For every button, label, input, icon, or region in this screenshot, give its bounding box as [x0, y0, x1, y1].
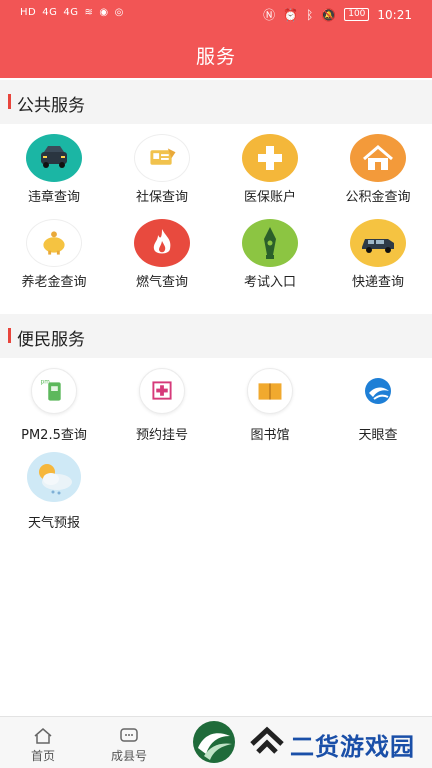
service-medical-account[interactable]: 医保账户: [216, 124, 324, 209]
section-header-public: 公共服务: [0, 80, 432, 124]
van-icon: [350, 219, 406, 267]
service-label: 社保查询: [135, 190, 188, 205]
nav-chengxian[interactable]: 成县号: [86, 717, 172, 768]
service-pension[interactable]: 养老金查询: [0, 209, 108, 294]
nav-label: 成县号: [110, 749, 147, 763]
service-violation-query[interactable]: 违章查询: [0, 124, 108, 209]
nfc-icon: Ⓝ: [263, 8, 276, 22]
service-appointment[interactable]: 预约挂号: [108, 360, 216, 448]
section-accent-bar: [8, 94, 11, 109]
car-icon: [26, 134, 82, 182]
service-label: 医保账户: [243, 190, 296, 205]
service-label: 违章查询: [27, 190, 80, 205]
service-label: 图书馆: [250, 428, 290, 443]
alarm-icon: ⏰: [283, 7, 299, 22]
convenience-services-grid: pm PM2.5查询 预约挂号 图书馆 天眼查 天气预报: [0, 360, 432, 536]
medical-cross-icon: [242, 134, 298, 182]
service-housing-fund[interactable]: 公积金查询: [324, 124, 432, 209]
service-label: 快递查询: [351, 275, 404, 290]
home-icon: [34, 728, 52, 744]
status-bar: HD 4G 4G ≋ ◉ ◎ Ⓝ ⏰ ᛒ 🔕 100 10:21: [0, 0, 432, 28]
screen: HD 4G 4G ≋ ◉ ◎ Ⓝ ⏰ ᛒ 🔕 100 10:21 服务 公共服务: [0, 0, 432, 768]
service-pm25[interactable]: pm PM2.5查询: [0, 360, 108, 448]
book-icon: [247, 368, 293, 414]
service-label: 考试入口: [243, 275, 296, 290]
service-label: 养老金查询: [21, 275, 87, 290]
social-security-card-icon: [134, 134, 190, 182]
service-label: 公积金查询: [345, 190, 411, 205]
nav-label: 首页: [30, 749, 55, 763]
house-icon: [350, 134, 406, 182]
hospital-register-icon: [139, 368, 185, 414]
pm25-meter-icon: pm: [31, 368, 77, 414]
service-exam-entry[interactable]: 考试入口: [216, 209, 324, 294]
status-right: Ⓝ ⏰ ᛒ 🔕 100 10:21: [263, 6, 412, 23]
piggy-bank-icon: [26, 219, 82, 267]
service-label: 燃气查询: [135, 275, 188, 290]
eye-comfort-icon: ◎: [114, 7, 124, 18]
top-bar: HD 4G 4G ≋ ◉ ◎ Ⓝ ⏰ ᛒ 🔕 100 10:21 服务: [0, 0, 432, 78]
eye-icon: ◉: [99, 7, 109, 18]
hd-indicator: HD: [20, 7, 37, 18]
bell-muted-icon: 🔕: [321, 7, 337, 22]
service-tianyancha[interactable]: 天眼查: [324, 360, 432, 448]
service-library[interactable]: 图书馆: [216, 360, 324, 448]
service-weather[interactable]: 天气预报: [0, 448, 108, 536]
nav-home[interactable]: 首页: [0, 717, 86, 768]
public-services-grid: 违章查询 社保查询 医保账户 公积金查询 养老金查询 燃气查询 考试入口 快递查…: [0, 124, 432, 294]
flame-icon: [134, 219, 190, 267]
signal-icon-1: 4G: [42, 7, 58, 18]
pen-nib-icon: [242, 219, 298, 267]
watermark-logo-icon: [193, 721, 235, 763]
bluetooth-icon: ᛒ: [306, 7, 314, 22]
service-express[interactable]: 快递查询: [324, 209, 432, 294]
section-header-convenience: 便民服务: [0, 314, 432, 358]
service-label: 天气预报: [27, 516, 80, 531]
page-title: 服务: [195, 46, 236, 68]
weather-icon: [27, 452, 81, 502]
signal-icon-2: 4G: [63, 7, 79, 18]
watermark-text: 二货游戏园: [290, 733, 415, 761]
service-label: PM2.5查询: [21, 428, 87, 443]
battery-indicator: 100: [344, 8, 370, 21]
service-social-security[interactable]: 社保查询: [108, 124, 216, 209]
service-label: 天眼查: [358, 428, 398, 443]
service-gas[interactable]: 燃气查询: [108, 209, 216, 294]
clock: 10:21: [377, 7, 412, 22]
section-accent-bar: [8, 328, 11, 343]
section-title: 公共服务: [17, 96, 85, 116]
status-left: HD 4G 4G ≋ ◉ ◎: [20, 7, 124, 18]
wifi-icon: ≋: [84, 7, 94, 18]
section-title: 便民服务: [17, 330, 85, 350]
watermark-chevron-icon: [250, 726, 284, 754]
tianyancha-logo-icon: [355, 368, 401, 414]
svg-text:pm: pm: [41, 379, 51, 385]
chat-icon: [120, 728, 138, 742]
service-label: 预约挂号: [135, 428, 188, 443]
